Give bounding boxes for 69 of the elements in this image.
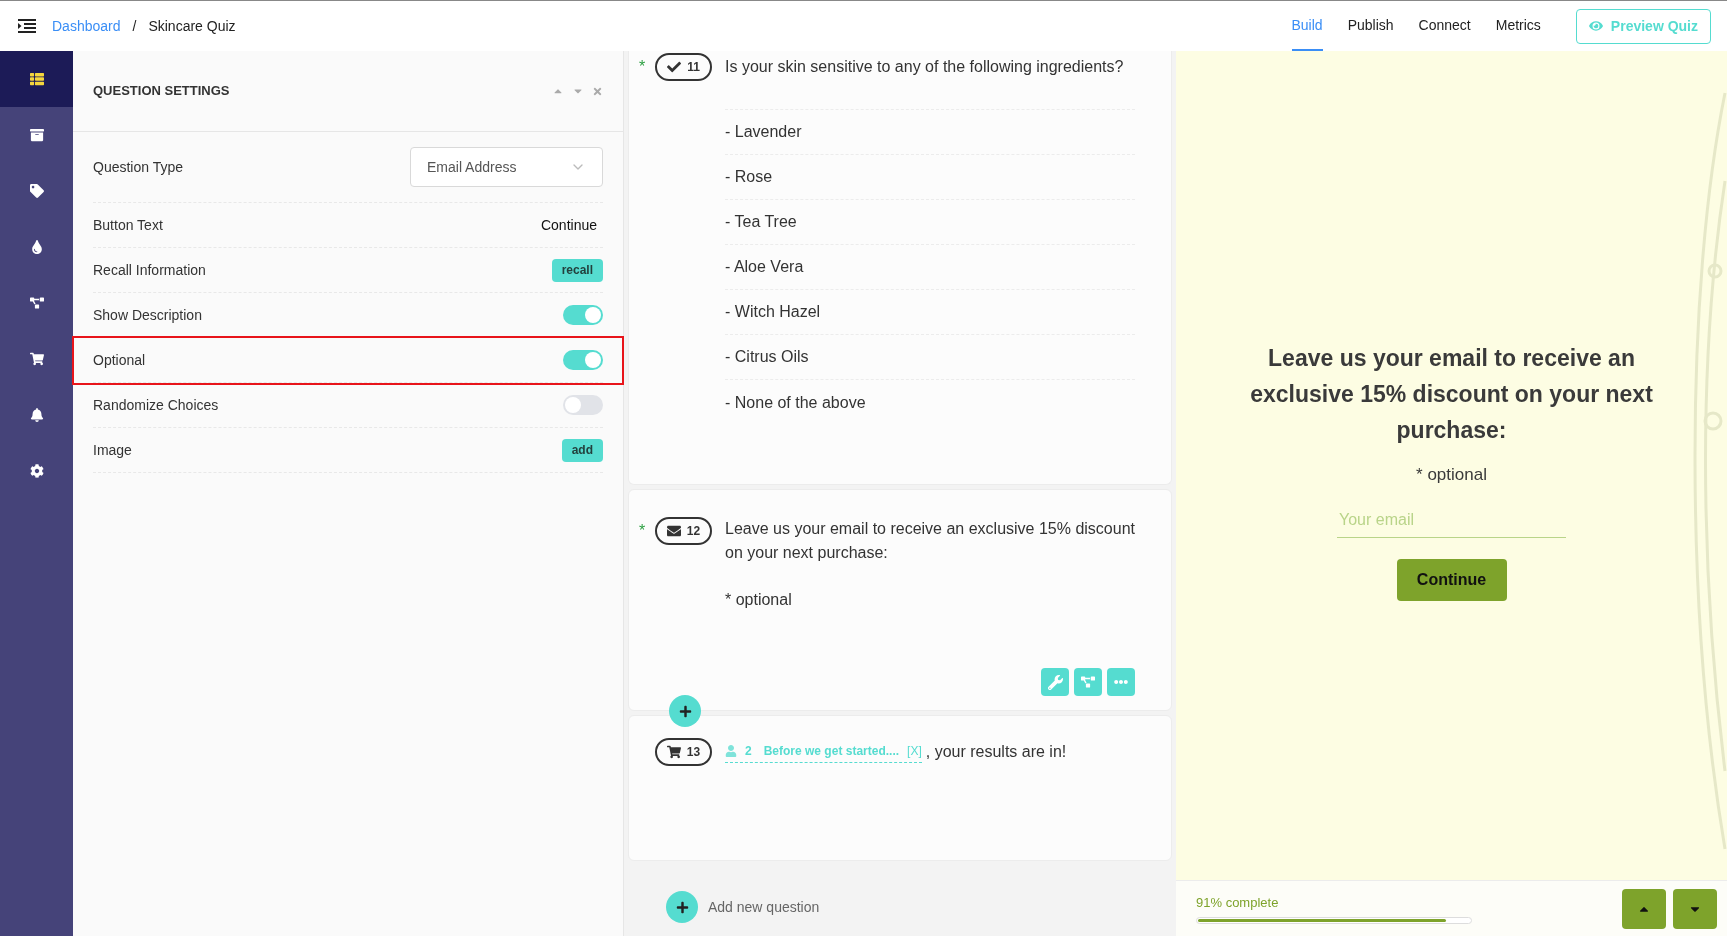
previous-button[interactable] xyxy=(1622,888,1666,929)
panel-title: QUESTION SETTINGS xyxy=(93,82,230,101)
toggle-switch[interactable] xyxy=(563,305,603,325)
question-number-badge[interactable]: 13 xyxy=(655,738,712,766)
setting-label: Optional xyxy=(93,350,146,370)
next-button[interactable] xyxy=(1673,888,1717,929)
nav-tab[interactable]: Publish xyxy=(1347,1,1394,51)
check-icon xyxy=(667,60,682,74)
plus-icon xyxy=(678,704,692,718)
bell-icon xyxy=(29,408,44,422)
toggle-switch[interactable] xyxy=(563,350,603,370)
wrench-icon xyxy=(1047,674,1063,690)
email-input[interactable]: Your email xyxy=(1337,502,1566,538)
breadcrumb-separator: / xyxy=(132,16,137,36)
breadcrumb-current: Skincare Quiz xyxy=(148,16,236,36)
question-text[interactable]: , your results are in! xyxy=(925,740,1067,764)
required-asterisk: * xyxy=(639,58,646,75)
flow-icon xyxy=(29,296,44,310)
settings-icon xyxy=(29,464,44,478)
setting-button[interactable]: add xyxy=(561,438,603,462)
add-question-label[interactable]: Add new question xyxy=(708,896,820,918)
add-question-button[interactable] xyxy=(666,891,698,923)
cart-icon xyxy=(29,352,44,366)
answer-option[interactable]: - Witch Hazel xyxy=(725,300,821,324)
question-number-badge[interactable]: 11 xyxy=(655,53,712,81)
envelope-icon xyxy=(666,524,681,538)
settings-wrench-button[interactable] xyxy=(1041,668,1069,696)
progress-text: 91% complete xyxy=(1196,893,1280,912)
preview-description: * optional xyxy=(1416,464,1487,486)
person-icon xyxy=(725,744,737,757)
sidebar-item[interactable] xyxy=(0,51,73,107)
preview-heading: Leave us your email to receive an exclusive 15% discount on your next purchase: xyxy=(1249,344,1654,445)
setting-label: Recall Information xyxy=(93,260,206,280)
logic-branch-button[interactable] xyxy=(1074,668,1102,696)
answer-option[interactable]: - Citrus Oils xyxy=(725,345,809,369)
setting-label: Button Text xyxy=(93,215,163,235)
nav-tab[interactable]: Connect xyxy=(1418,1,1471,51)
answer-option[interactable]: - Lavender xyxy=(725,120,802,144)
eye-icon xyxy=(1588,19,1603,33)
setting-label: Image xyxy=(93,440,132,460)
tag-icon xyxy=(29,184,44,198)
button-text-value[interactable]: Continue xyxy=(540,214,603,236)
setting-label: Show Description xyxy=(93,305,202,325)
answer-option[interactable]: - Tea Tree xyxy=(725,210,797,234)
answer-option[interactable]: - None of the above xyxy=(725,390,866,415)
question-text[interactable]: Leave us your email to receive an exclusive 15% discount on your next purchase: xyxy=(725,517,1135,565)
answer-option[interactable]: - Aloe Vera xyxy=(725,255,804,279)
list-icon xyxy=(29,72,44,86)
archive-icon xyxy=(29,128,44,142)
question-number-badge[interactable]: 12 xyxy=(655,517,712,545)
nav-tab[interactable]: Metrics xyxy=(1495,1,1541,51)
flow-icon xyxy=(1081,675,1095,689)
setting-label: Randomize Choices xyxy=(93,395,219,415)
close-icon[interactable] xyxy=(592,85,603,97)
question-type-select[interactable]: Email Address xyxy=(410,147,603,187)
setting-label: Question Type xyxy=(93,157,184,177)
continue-button[interactable]: Continue xyxy=(1396,558,1507,601)
answer-option[interactable]: - Rose xyxy=(725,165,773,189)
add-between-button[interactable] xyxy=(669,695,701,727)
more-options-button[interactable] xyxy=(1107,668,1135,696)
plus-icon xyxy=(675,900,689,914)
setting-button[interactable]: recall xyxy=(551,258,603,282)
question-text[interactable]: Is your skin sensitive to any of the following ingredients? xyxy=(725,53,1135,81)
required-asterisk: * xyxy=(639,522,646,539)
question-description[interactable]: * optional xyxy=(725,588,1135,612)
toggle-switch[interactable] xyxy=(563,395,603,415)
menu-icon[interactable] xyxy=(18,19,36,33)
cart-icon xyxy=(666,745,681,759)
drop-icon xyxy=(29,240,44,254)
